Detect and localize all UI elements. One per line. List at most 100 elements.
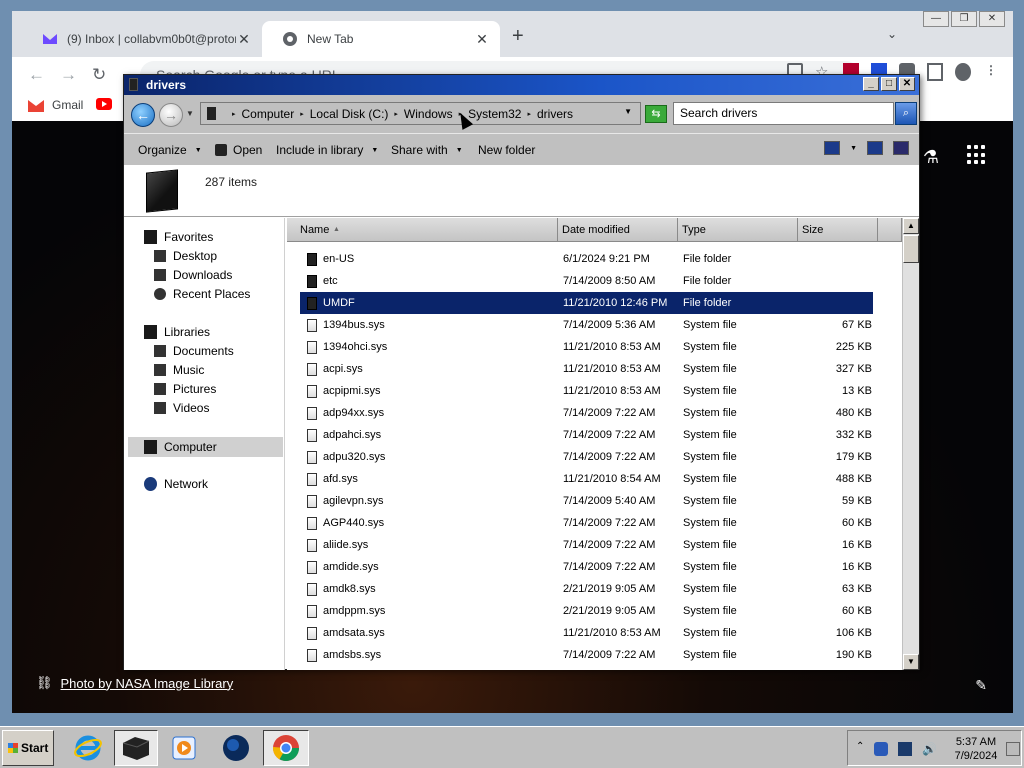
maximize-button[interactable]: □ <box>881 77 897 91</box>
preview-pane-icon[interactable] <box>867 141 883 155</box>
file-row[interactable]: adpu320.sys 7/14/2009 7:22 AM System file 1… <box>287 446 902 468</box>
scroll-up-button[interactable]: ▲ <box>903 218 919 234</box>
close-icon[interactable]: ✕ <box>474 31 490 48</box>
vertical-scrollbar[interactable]: ▲ ▼ <box>902 218 919 670</box>
folder-row[interactable]: etc 7/14/2009 8:50 AM File folder <box>287 270 902 292</box>
breadcrumb-system32[interactable]: System32 <box>468 107 521 121</box>
nav-computer[interactable]: Computer <box>128 437 283 457</box>
file-row[interactable]: amdsbs.sys 7/14/2009 7:22 AM System file 19… <box>287 644 902 666</box>
network-tray-icon[interactable] <box>898 742 912 756</box>
file-row[interactable]: aliide.sys 7/14/2009 7:22 AM System file 16… <box>287 534 902 556</box>
refresh-button[interactable]: ⇆ <box>645 105 667 123</box>
folder-row[interactable]: UMDF 11/21/2010 12:46 PM File folder <box>287 292 902 314</box>
show-hidden-icons-icon[interactable]: ⌃ <box>856 741 864 752</box>
explorer-titlebar[interactable]: drivers _ □ ✕ <box>124 75 919 95</box>
chevron-right-icon[interactable]: ▸ <box>394 110 398 118</box>
background-credit[interactable]: ⛓ Photo by NASA Image Library <box>36 675 233 691</box>
file-row[interactable]: AGP440.sys 7/14/2009 7:22 AM System file 60… <box>287 512 902 534</box>
nav-favorites[interactable]: Favorites <box>144 230 213 244</box>
history-dropdown-icon[interactable]: ▼ <box>186 109 194 118</box>
scroll-down-button[interactable]: ▼ <box>903 654 919 670</box>
nav-network[interactable]: Network <box>144 477 208 491</box>
scroll-thumb[interactable] <box>903 235 919 263</box>
lab-flask-icon[interactable]: ⚗ <box>923 147 939 168</box>
address-bar[interactable]: ▸ Computer ▸ Local Disk (C:) ▸ Windows ▸… <box>200 102 641 125</box>
file-row[interactable]: amdppm.sys 2/21/2019 9:05 AM System file 60… <box>287 600 902 622</box>
forward-arrow-icon[interactable]: → <box>60 65 77 85</box>
breadcrumb-drivers[interactable]: drivers <box>537 107 573 121</box>
media-player-icon[interactable] <box>166 730 202 766</box>
chevron-right-icon[interactable]: ▸ <box>232 110 236 118</box>
bookmark-youtube[interactable] <box>96 98 112 110</box>
internet-explorer-icon[interactable] <box>70 730 106 766</box>
breadcrumb-local-disk[interactable]: Local Disk (C:) <box>310 107 389 121</box>
back-button[interactable]: ← <box>131 103 155 127</box>
file-row[interactable]: adpahci.sys 7/14/2009 7:22 AM System file 3… <box>287 424 902 446</box>
action-center-icon[interactable] <box>874 742 888 756</box>
file-row[interactable]: amdsata.sys 11/21/2010 8:53 AM System file… <box>287 622 902 644</box>
tab-search-chevron-icon[interactable]: ⌄ <box>887 27 897 41</box>
file-row[interactable]: 1394ohci.sys 11/21/2010 8:53 AM System fil… <box>287 336 902 358</box>
address-dropdown-icon[interactable]: ▼ <box>624 107 632 116</box>
close-button[interactable]: ✕ <box>979 11 1005 27</box>
file-row[interactable]: afd.sys 11/21/2010 8:54 AM System file 488 … <box>287 468 902 490</box>
nav-pictures[interactable]: Pictures <box>154 382 216 396</box>
open-button[interactable]: Open <box>215 143 262 157</box>
side-panel-icon[interactable] <box>927 63 943 81</box>
change-view-icon[interactable] <box>824 141 841 155</box>
search-icon[interactable]: ⌕ <box>895 102 917 125</box>
nav-downloads[interactable]: Downloads <box>154 268 232 282</box>
column-header-name[interactable]: Name ▲ <box>287 218 558 242</box>
organize-button[interactable]: Organize ▼ <box>138 143 202 157</box>
nav-music[interactable]: Music <box>154 363 204 377</box>
nav-desktop[interactable]: Desktop <box>154 249 217 263</box>
column-header-type[interactable]: Type <box>678 218 798 242</box>
search-input[interactable]: Search drivers <box>673 102 894 125</box>
tab-proton-inbox[interactable]: (9) Inbox | collabvm0b0t@proton.m ✕ <box>22 21 262 57</box>
credit-link[interactable]: Photo by NASA Image Library <box>61 676 234 691</box>
nav-documents[interactable]: Documents <box>154 344 234 358</box>
minimize-button[interactable]: _ <box>863 77 879 91</box>
chevron-right-icon[interactable]: ▸ <box>527 110 531 118</box>
file-row[interactable]: amdk8.sys 2/21/2019 9:05 AM System file 63 … <box>287 578 902 600</box>
nav-videos[interactable]: Videos <box>154 401 209 415</box>
minimize-button[interactable]: — <box>923 11 949 27</box>
breadcrumb-computer[interactable]: Computer <box>242 107 295 121</box>
file-row[interactable]: acpipmi.sys 11/21/2010 8:53 AM System file… <box>287 380 902 402</box>
windows-explorer-icon[interactable] <box>114 730 158 766</box>
file-row[interactable]: amdide.sys 7/14/2009 7:22 AM System file 16… <box>287 556 902 578</box>
folder-row[interactable]: en-US 6/1/2024 9:21 PM File folder <box>287 248 902 270</box>
forward-button[interactable]: → <box>159 103 183 127</box>
file-row[interactable]: acpi.sys 11/21/2010 8:53 AM System file 327… <box>287 358 902 380</box>
nav-recent-places[interactable]: Recent Places <box>154 287 250 301</box>
chevron-right-icon[interactable]: ▸ <box>300 110 304 118</box>
reload-icon[interactable]: ↻ <box>92 65 106 85</box>
help-icon[interactable] <box>893 141 909 155</box>
new-tab-button[interactable]: + <box>512 25 524 48</box>
file-row[interactable]: 1394bus.sys 7/14/2009 5:36 AM System file 6… <box>287 314 902 336</box>
chrome-icon[interactable] <box>263 730 309 766</box>
start-button[interactable]: Start <box>2 730 54 766</box>
show-desktop-icon[interactable] <box>1006 742 1020 756</box>
include-in-library-button[interactable]: Include in library ▼ <box>276 143 378 157</box>
breadcrumb-windows[interactable]: Windows <box>404 107 453 121</box>
customize-pencil-icon[interactable]: ✎ <box>975 677 987 694</box>
menu-kebab-icon[interactable]: ⋮ <box>983 63 999 81</box>
volume-icon[interactable]: 🔊 <box>922 742 937 756</box>
nav-libraries[interactable]: Libraries <box>144 325 210 339</box>
column-header-date-modified[interactable]: Date modified <box>558 218 678 242</box>
column-header-size[interactable]: Size <box>798 218 878 242</box>
new-folder-button[interactable]: New folder <box>478 143 535 157</box>
bookmark-gmail[interactable]: Gmail <box>28 98 83 112</box>
file-row[interactable]: agilevpn.sys 7/14/2009 5:40 AM System file… <box>287 490 902 512</box>
google-apps-icon[interactable] <box>967 145 987 165</box>
globe-icon[interactable] <box>218 730 254 766</box>
maximize-button[interactable]: ❐ <box>951 11 977 27</box>
profile-avatar-icon[interactable] <box>955 63 971 81</box>
close-icon[interactable]: ✕ <box>236 31 252 48</box>
file-row[interactable]: adp94xx.sys 7/14/2009 7:22 AM System file 4… <box>287 402 902 424</box>
clock[interactable]: 5:37 AM 7/9/2024 <box>951 735 1001 763</box>
back-arrow-icon[interactable]: ← <box>28 65 45 85</box>
chevron-down-icon[interactable]: ▼ <box>850 145 857 152</box>
share-with-button[interactable]: Share with ▼ <box>391 143 463 157</box>
